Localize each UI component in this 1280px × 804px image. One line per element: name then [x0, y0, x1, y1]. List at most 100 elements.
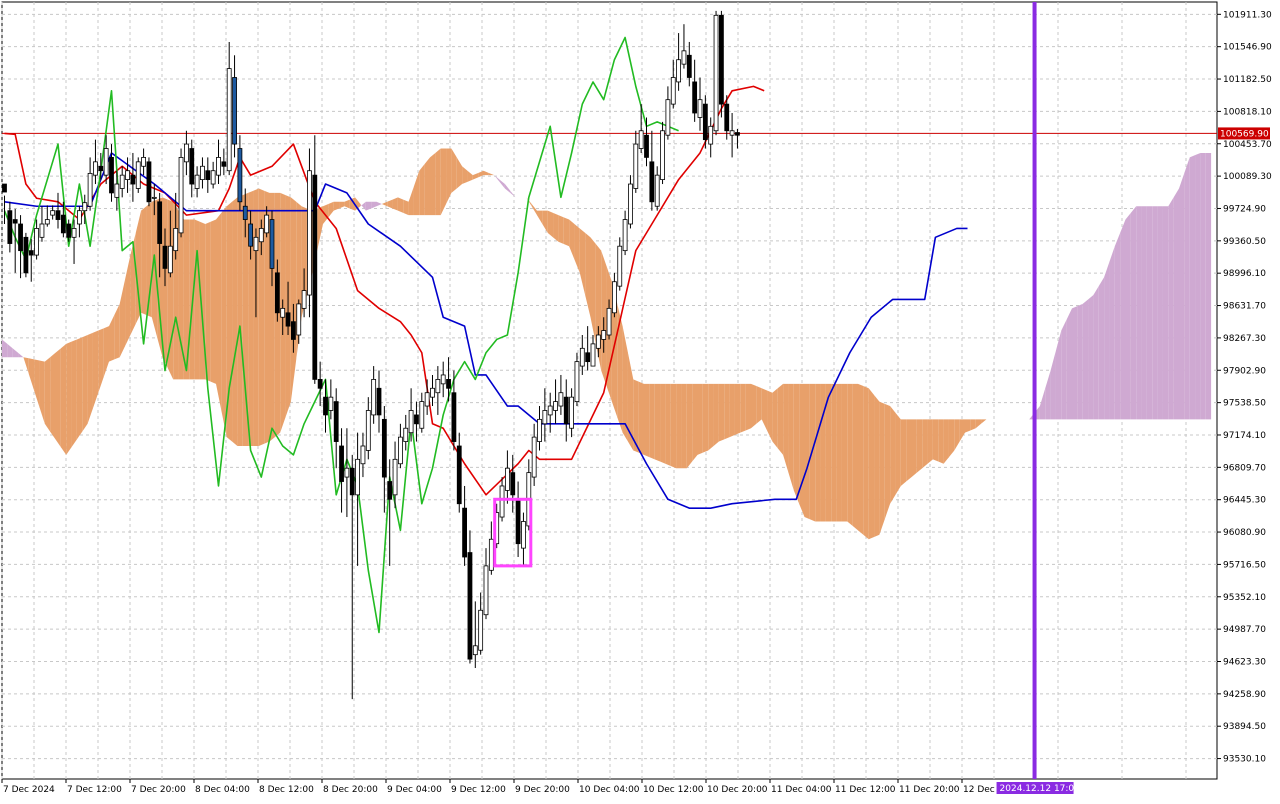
candle-body[interactable]	[237, 148, 243, 203]
candle-body[interactable]	[242, 205, 248, 220]
candle-body[interactable]	[408, 410, 414, 434]
candle-body[interactable]	[735, 132, 740, 136]
candle-body[interactable]	[60, 214, 66, 234]
candle-body[interactable]	[365, 410, 371, 451]
candle-body[interactable]	[585, 352, 591, 363]
price-chart[interactable]: 101911.30 101546.90 101182.50 100818.10 1004…	[0, 0, 1280, 800]
candle-body[interactable]	[232, 77, 237, 145]
candle-body[interactable]	[157, 201, 163, 244]
candle-body[interactable]	[531, 436, 537, 478]
candle-body[interactable]	[82, 202, 88, 212]
candle-body[interactable]	[424, 392, 430, 407]
candle-body[interactable]	[638, 130, 644, 149]
candle-body[interactable]	[349, 467, 355, 496]
candle-body[interactable]	[397, 436, 403, 465]
candle-body[interactable]	[419, 401, 425, 429]
candle-body[interactable]	[307, 170, 312, 296]
candle-body[interactable]	[451, 392, 457, 442]
candle-body[interactable]	[628, 183, 633, 225]
candle-body[interactable]	[414, 414, 419, 425]
chart-canvas[interactable]: 101911.30 101546.90 101182.50 100818.10 1004…	[0, 0, 1280, 800]
candle-body[interactable]	[77, 210, 82, 225]
candle-body[interactable]	[547, 405, 553, 416]
candle-body[interactable]	[515, 498, 521, 545]
candle-body[interactable]	[301, 290, 307, 309]
candle-body[interactable]	[456, 445, 462, 505]
candle-body[interactable]	[258, 228, 264, 243]
candle-body[interactable]	[183, 143, 189, 163]
candle-body[interactable]	[130, 174, 136, 185]
candle-body[interactable]	[654, 174, 660, 207]
candle-body[interactable]	[248, 223, 254, 247]
candle-body[interactable]	[606, 307, 612, 336]
candle-body[interactable]	[558, 392, 564, 407]
candle-body[interactable]	[290, 321, 296, 340]
candle-body[interactable]	[595, 334, 601, 349]
candle-body[interactable]	[71, 228, 77, 238]
candle-body[interactable]	[729, 130, 735, 136]
candle-body[interactable]	[221, 161, 227, 167]
candle-body[interactable]	[312, 174, 318, 380]
candle-body[interactable]	[537, 418, 542, 442]
candle-body[interactable]	[542, 410, 548, 425]
candle-body[interactable]	[462, 507, 468, 558]
candle-body[interactable]	[676, 59, 681, 83]
candle-body[interactable]	[87, 172, 93, 207]
candle-body[interactable]	[644, 134, 649, 158]
candle-body[interactable]	[344, 467, 350, 478]
candle-body[interactable]	[55, 210, 61, 220]
candle-body[interactable]	[23, 236, 29, 274]
candle-body[interactable]	[50, 210, 56, 216]
candle-body[interactable]	[430, 387, 435, 398]
candle-body[interactable]	[264, 214, 270, 234]
candle-body[interactable]	[274, 272, 280, 314]
candle-body[interactable]	[521, 521, 526, 549]
candle-body[interactable]	[205, 170, 211, 181]
candle-body[interactable]	[44, 219, 50, 225]
candle-body[interactable]	[446, 378, 451, 389]
candle-body[interactable]	[649, 161, 655, 203]
candle-body[interactable]	[371, 378, 377, 416]
candle-body[interactable]	[109, 156, 114, 194]
candle-body[interactable]	[285, 312, 291, 327]
candle-body[interactable]	[692, 81, 698, 114]
candle-body[interactable]	[114, 183, 120, 198]
candle-body[interactable]	[339, 445, 344, 482]
candle-body[interactable]	[622, 219, 628, 252]
candle-body[interactable]	[488, 538, 494, 571]
candle-body[interactable]	[34, 228, 39, 256]
candle-body[interactable]	[435, 378, 441, 394]
candle-body[interactable]	[590, 343, 596, 367]
candle-body[interactable]	[355, 458, 361, 496]
candle-body[interactable]	[39, 223, 45, 238]
candle-body[interactable]	[317, 378, 323, 389]
candle-body[interactable]	[333, 401, 339, 442]
candle-body[interactable]	[697, 99, 703, 118]
candle-body[interactable]	[660, 130, 665, 180]
candle-body[interactable]	[189, 148, 195, 185]
candle-body[interactable]	[569, 396, 574, 429]
candle-body[interactable]	[12, 219, 18, 224]
candle-body[interactable]	[403, 427, 409, 442]
candle-body[interactable]	[226, 68, 232, 172]
candle-body[interactable]	[151, 196, 157, 199]
candle-body[interactable]	[173, 228, 179, 252]
candle-body[interactable]	[141, 156, 147, 167]
candle-body[interactable]	[178, 156, 184, 234]
candle-body[interactable]	[253, 236, 259, 252]
candle-body[interactable]	[381, 418, 387, 478]
candle-body[interactable]	[28, 250, 34, 256]
candle-body[interactable]	[499, 485, 505, 518]
candle-body[interactable]	[681, 50, 687, 65]
candle-body[interactable]	[296, 303, 302, 336]
candle-body[interactable]	[280, 307, 286, 318]
candle-body[interactable]	[146, 161, 152, 203]
candle-body[interactable]	[167, 245, 173, 274]
candle-body[interactable]	[328, 396, 334, 411]
candle-body[interactable]	[702, 103, 708, 141]
candle-body[interactable]	[194, 174, 200, 189]
candle-body[interactable]	[98, 165, 104, 172]
candle-body[interactable]	[392, 458, 398, 496]
candle-body[interactable]	[563, 396, 569, 425]
candle-body[interactable]	[210, 170, 216, 185]
